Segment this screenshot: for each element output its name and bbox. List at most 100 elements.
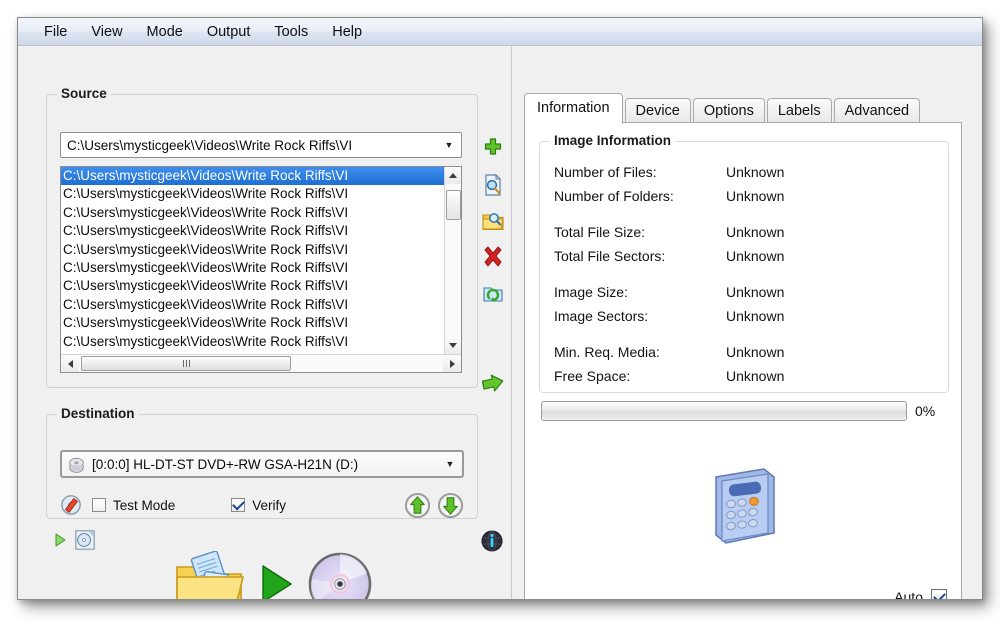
info-label: Number of Files: <box>554 164 657 180</box>
refresh-icon <box>483 287 503 302</box>
info-row-spacer <box>554 208 784 220</box>
vertical-scroll-thumb[interactable] <box>446 190 461 220</box>
menu-item-view[interactable]: View <box>79 21 134 43</box>
list-item[interactable]: C:\Users\mysticgeek\Videos\Write Rock Ri… <box>61 185 444 203</box>
eject-up-icon[interactable] <box>404 492 431 519</box>
go-button[interactable] <box>478 370 508 400</box>
info-label: Total File Size: <box>554 224 646 240</box>
info-label: Image Size: <box>554 284 628 300</box>
erase-disc-icon[interactable] <box>60 494 82 516</box>
tab-information[interactable]: Information <box>524 93 623 124</box>
tab-strip: Information Device Options Labels Advanced <box>524 93 922 124</box>
progress-percent-label: 0% <box>915 403 936 419</box>
main-body: Source C:\Users\mysticgeek\Videos\Write … <box>18 46 982 599</box>
application-window: File View Mode Output Tools Help Source … <box>17 17 983 600</box>
scroll-up-icon[interactable] <box>445 167 461 184</box>
list-item[interactable]: C:\Users\mysticgeek\Videos\Write Rock Ri… <box>61 333 444 351</box>
source-list-horizontal-scrollbar[interactable] <box>61 354 461 372</box>
auto-checkbox[interactable] <box>931 589 947 599</box>
auto-label: Auto <box>894 589 923 600</box>
scroll-left-icon[interactable] <box>61 355 79 372</box>
tab-labels[interactable]: Labels <box>766 98 832 124</box>
tab-device[interactable]: Device <box>624 98 691 124</box>
find-folder-button[interactable] <box>478 206 508 236</box>
menu-item-output[interactable]: Output <box>195 21 263 43</box>
disc-drive-icon <box>69 457 84 473</box>
info-row: Total File Sectors: Unknown <box>554 244 784 268</box>
list-item[interactable]: C:\Users\mysticgeek\Videos\Write Rock Ri… <box>61 167 444 186</box>
horizontal-scroll-track[interactable] <box>79 355 443 372</box>
info-label: Image Sectors: <box>554 308 649 324</box>
green-play-arrow-icon <box>262 565 292 599</box>
remove-source-button[interactable] <box>478 242 508 272</box>
menu-item-tools[interactable]: Tools <box>262 21 320 43</box>
chevron-down-icon[interactable]: ▼ <box>438 459 462 469</box>
info-label: Total File Sectors: <box>554 248 666 264</box>
load-down-icon[interactable] <box>437 492 464 519</box>
source-path-combo[interactable]: C:\Users\mysticgeek\Videos\Write Rock Ri… <box>60 132 462 158</box>
verify-checkbox[interactable] <box>231 498 246 512</box>
tab-options[interactable]: Options <box>692 98 765 124</box>
bottom-small-toolbar <box>54 529 96 551</box>
menu-item-file[interactable]: File <box>32 21 79 43</box>
info-globe-button[interactable] <box>480 529 504 558</box>
horizontal-scroll-thumb[interactable] <box>81 356 291 371</box>
add-source-button[interactable] <box>478 134 508 164</box>
menu-bar: File View Mode Output Tools Help <box>18 18 982 46</box>
list-item[interactable]: C:\Users\mysticgeek\Videos\Write Rock Ri… <box>61 241 444 259</box>
add-icon <box>484 138 502 155</box>
menu-item-mode[interactable]: Mode <box>135 21 195 43</box>
go-icon <box>481 374 504 392</box>
info-value: Unknown <box>726 284 785 300</box>
information-tab-panel: Image Information Number of Files: Unknow… <box>524 122 963 600</box>
info-row: Image Size: Unknown <box>554 280 784 304</box>
info-label: Min. Req. Media: <box>554 344 660 360</box>
info-row: Total File Size: Unknown <box>554 220 784 244</box>
destination-group-title: Destination <box>57 406 139 421</box>
list-item[interactable]: C:\Users\mysticgeek\Videos\Write Rock Ri… <box>61 259 444 277</box>
source-file-list[interactable]: C:\Users\mysticgeek\Videos\Write Rock Ri… <box>60 166 462 373</box>
auto-calculate-row: Auto <box>894 589 947 600</box>
info-value: Unknown <box>726 248 785 264</box>
calculate-button[interactable] <box>525 463 963 549</box>
burn-button[interactable] <box>173 551 373 599</box>
remove-icon <box>484 246 502 267</box>
menu-item-help[interactable]: Help <box>320 21 374 43</box>
info-value: Unknown <box>726 344 785 360</box>
find-file-icon <box>485 173 502 196</box>
list-item[interactable]: C:\Users\mysticgeek\Videos\Write Rock Ri… <box>61 296 444 314</box>
find-file-button[interactable] <box>478 170 508 200</box>
list-item[interactable]: C:\Users\mysticgeek\Videos\Write Rock Ri… <box>61 314 444 332</box>
left-pane: Source C:\Users\mysticgeek\Videos\Write … <box>18 46 512 599</box>
list-item[interactable]: C:\Users\mysticgeek\Videos\Write Rock Ri… <box>61 277 444 295</box>
progress-area: 0% <box>541 401 947 421</box>
scroll-right-icon[interactable] <box>443 355 461 372</box>
info-label: Free Space: <box>554 368 631 384</box>
image-information-table: Number of Files: Unknown Number of Folders… <box>554 160 784 388</box>
source-list-vertical-scrollbar[interactable] <box>444 167 461 354</box>
list-item[interactable]: C:\Users\mysticgeek\Videos\Write Rock Ri… <box>61 204 444 222</box>
disc-small-icon[interactable] <box>74 529 96 551</box>
globe-info-icon <box>481 530 503 552</box>
info-value: Unknown <box>726 308 785 324</box>
vertical-scroll-track[interactable] <box>445 184 461 337</box>
source-path-value: C:\Users\mysticgeek\Videos\Write Rock Ri… <box>67 137 353 153</box>
chevron-down-icon[interactable]: ▼ <box>437 140 461 150</box>
list-item[interactable]: C:\Users\mysticgeek\Videos\Write Rock Ri… <box>61 222 444 240</box>
info-row: Number of Files: Unknown <box>554 160 784 184</box>
scroll-down-icon[interactable] <box>445 337 461 354</box>
info-row: Image Sectors: Unknown <box>554 304 784 328</box>
refresh-source-button[interactable] <box>478 278 508 308</box>
test-mode-label: Test Mode <box>113 497 176 513</box>
tab-advanced[interactable]: Advanced <box>833 98 921 124</box>
info-row: Min. Req. Media: Unknown <box>554 340 784 364</box>
info-row-spacer <box>554 328 784 340</box>
destination-drive-value: [0:0:0] HL-DT-ST DVD+-RW GSA-H21N (D:) <box>92 456 359 472</box>
cd-disc-icon <box>308 552 372 599</box>
test-mode-checkbox[interactable] <box>92 498 106 512</box>
play-small-icon[interactable] <box>54 533 66 547</box>
destination-drive-combo[interactable]: [0:0:0] HL-DT-ST DVD+-RW GSA-H21N (D:) ▼ <box>60 450 464 478</box>
destination-options-row: Test Mode Verify <box>60 491 464 519</box>
source-list-items[interactable]: C:\Users\mysticgeek\Videos\Write Rock Ri… <box>61 167 444 354</box>
source-group-title: Source <box>57 86 111 101</box>
